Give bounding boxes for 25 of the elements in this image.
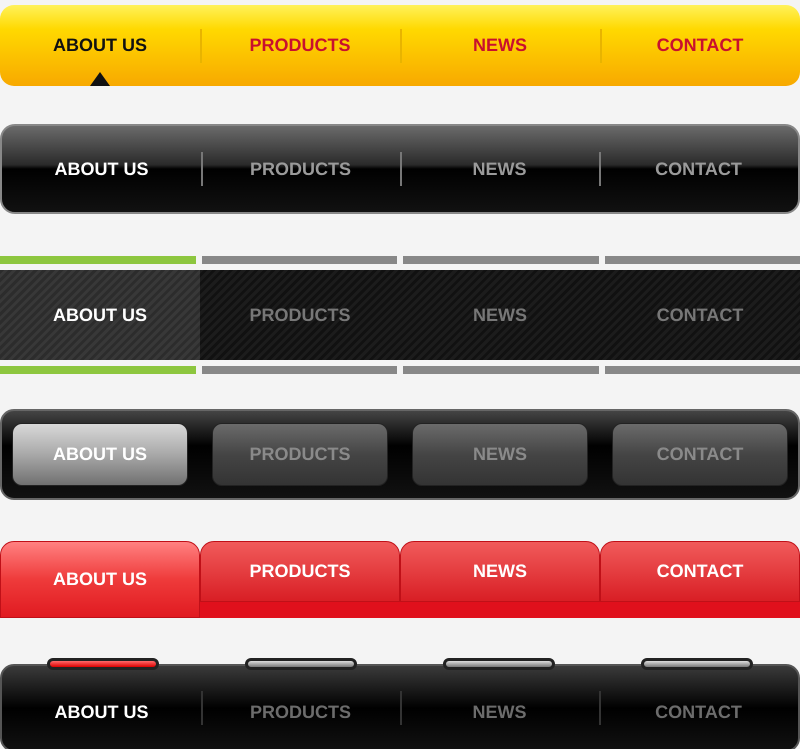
nav-tab[interactable]: NEWS [400, 5, 600, 86]
nav-tab[interactable]: CONTACT [600, 5, 800, 86]
nav-tab[interactable]: CONTACT [599, 126, 798, 212]
nav-tab[interactable]: NEWS [400, 666, 599, 749]
nav-tab[interactable]: ABOUT US [2, 666, 201, 749]
pointer-icon [90, 72, 110, 86]
nav-tab[interactable]: CONTACT [600, 541, 800, 602]
nav-tab[interactable]: ABOUT US [0, 5, 200, 86]
nav-tab[interactable]: ABOUT US [2, 126, 201, 212]
nav-tab[interactable]: NEWS [400, 541, 600, 602]
nav-tab[interactable]: PRODUCTS [200, 5, 400, 86]
nav-tab[interactable]: PRODUCTS [200, 270, 400, 360]
nav-tab[interactable]: ABOUT US [0, 270, 200, 360]
nav-tab[interactable]: NEWS [412, 423, 588, 486]
nav-tab[interactable]: PRODUCTS [200, 541, 400, 602]
nav-tab[interactable]: CONTACT [612, 423, 788, 486]
nav-tab[interactable]: PRODUCTS [201, 666, 400, 749]
nav-tab[interactable]: PRODUCTS [212, 423, 388, 486]
nav-tab[interactable]: NEWS [400, 126, 599, 212]
nav-tab[interactable]: ABOUT US [12, 423, 188, 486]
nav-tab[interactable]: NEWS [400, 270, 600, 360]
nav-tab[interactable]: CONTACT [599, 666, 798, 749]
nav-tab[interactable]: CONTACT [600, 270, 800, 360]
nav-tab[interactable]: PRODUCTS [201, 126, 400, 212]
nav-tab[interactable]: ABOUT US [0, 541, 200, 618]
